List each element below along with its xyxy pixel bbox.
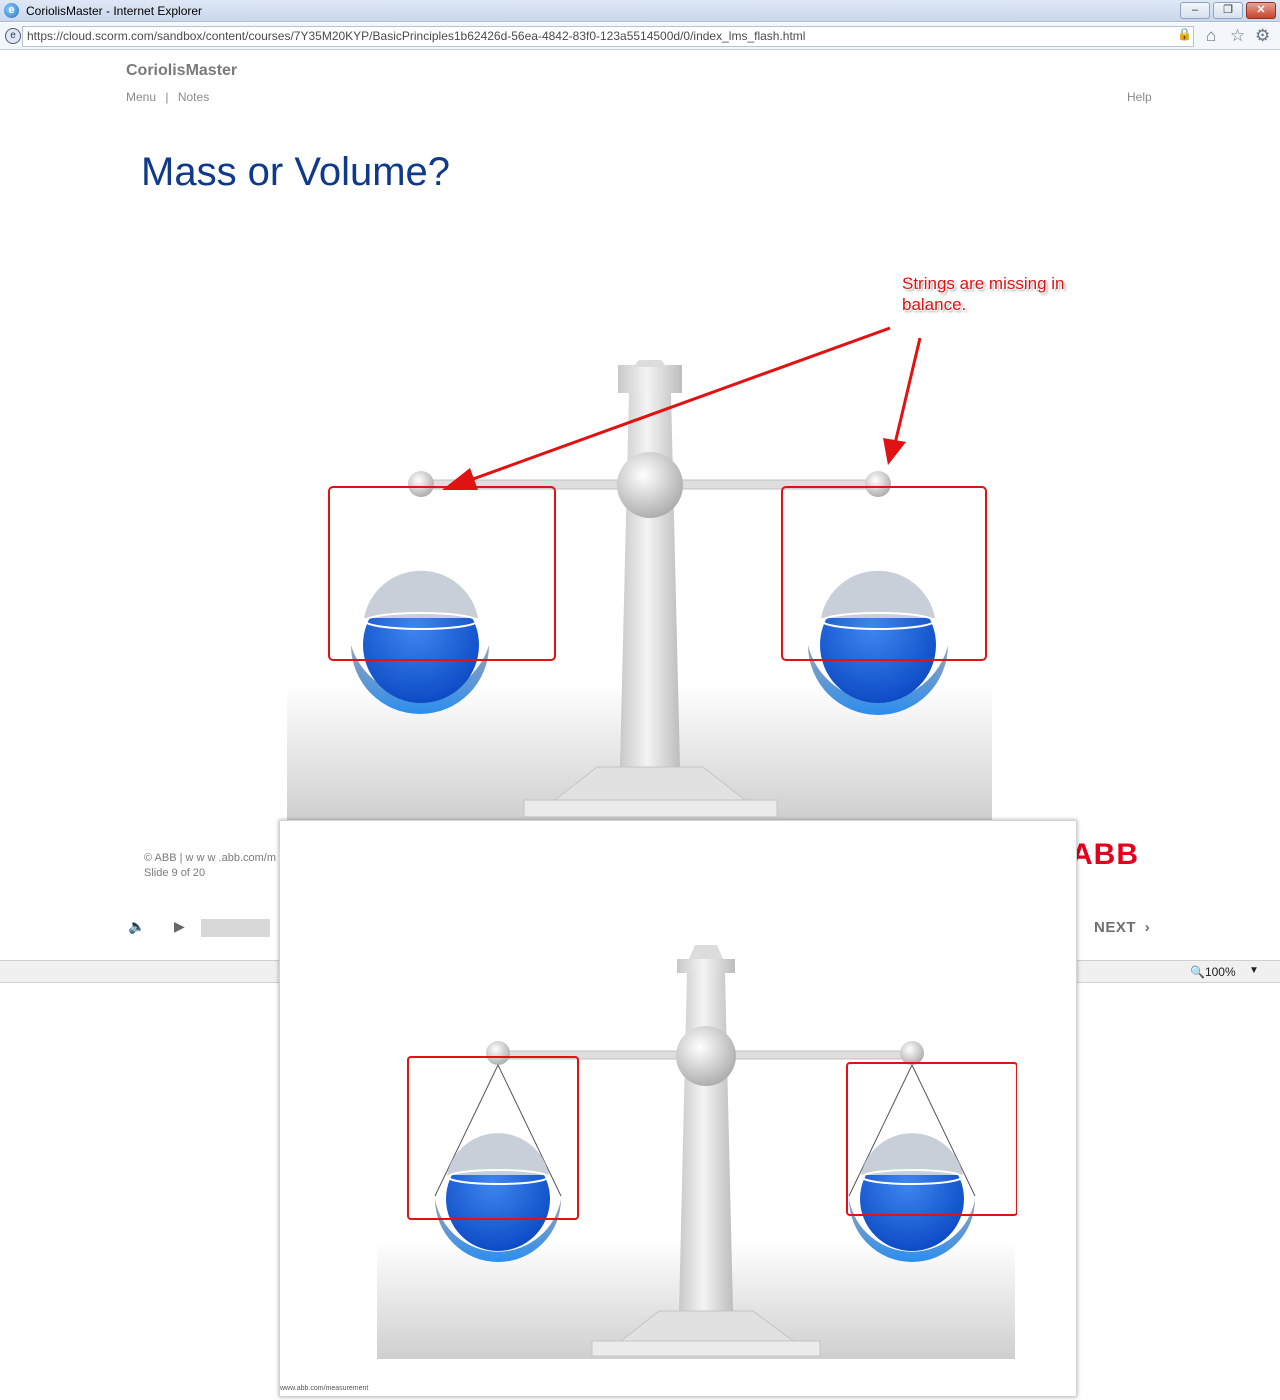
audio-progress-bar[interactable]: [201, 919, 270, 937]
window-title: CoriolisMaster - Internet Explorer: [26, 4, 203, 18]
right-bowl: [808, 570, 948, 715]
arrow-to-right-hook: [892, 337, 922, 449]
left-bowl: [351, 570, 489, 714]
abb-logo: ABB: [1071, 838, 1139, 871]
slide-counter: Slide 9 of 20: [144, 867, 206, 879]
next-label: NEXT: [1094, 919, 1137, 936]
annotation-callout: Strings are missing in balance.: [902, 274, 1065, 314]
balance-base: [523, 799, 778, 818]
menu-link[interactable]: Menu: [126, 90, 156, 104]
arrow-to-left-hook: [461, 326, 891, 485]
star-icon[interactable]: ☆: [1230, 26, 1245, 46]
zoom-value: 100%: [1204, 965, 1236, 979]
annotation-arrows: [442, 326, 922, 490]
app-title: CoriolisMaster: [126, 62, 238, 79]
play-icon[interactable]: ▶: [174, 918, 185, 935]
magnifier-icon: 🔍: [1190, 965, 1205, 979]
minimize-button[interactable]: –: [1180, 2, 1210, 19]
balance-with-strings-illustration: [377, 945, 1017, 1359]
restore-button[interactable]: ❐: [1213, 2, 1243, 19]
zoom-dropdown-icon[interactable]: ▼: [1249, 965, 1259, 976]
gear-icon[interactable]: ⚙: [1255, 26, 1270, 46]
address-bar: e https://cloud.scorm.com/sandbox/conten…: [0, 23, 1280, 50]
course-nav: Menu | Notes: [126, 90, 209, 104]
ie-logo-icon: e: [4, 3, 19, 18]
url-field[interactable]: https://cloud.scorm.com/sandbox/content/…: [22, 26, 1194, 47]
chevron-right-icon: ›: [1144, 919, 1151, 936]
corrected-illustration-panel: [279, 820, 1077, 1397]
close-button[interactable]: ✕: [1246, 2, 1276, 19]
footer-copyright: © ABB | w w w .abb.com/m: [144, 852, 276, 864]
window-titlebar: e CoriolisMaster - Internet Explorer – ❐…: [0, 0, 1280, 22]
speaker-icon[interactable]: 🔈: [128, 918, 145, 935]
zoom-control[interactable]: 🔍100%: [1190, 965, 1236, 979]
notes-link[interactable]: Notes: [178, 90, 209, 104]
home-icon[interactable]: ⌂: [1206, 26, 1216, 46]
help-link[interactable]: Help: [1127, 90, 1152, 104]
slide-title: Mass or Volume?: [141, 150, 451, 194]
next-button[interactable]: NEXT ›: [1094, 919, 1150, 936]
nav-separator: |: [165, 90, 169, 104]
site-icon: e: [5, 28, 21, 44]
overlay-footer-url: www.abb.com/measurement: [280, 1385, 369, 1392]
lock-icon[interactable]: 🔒: [1177, 27, 1192, 41]
